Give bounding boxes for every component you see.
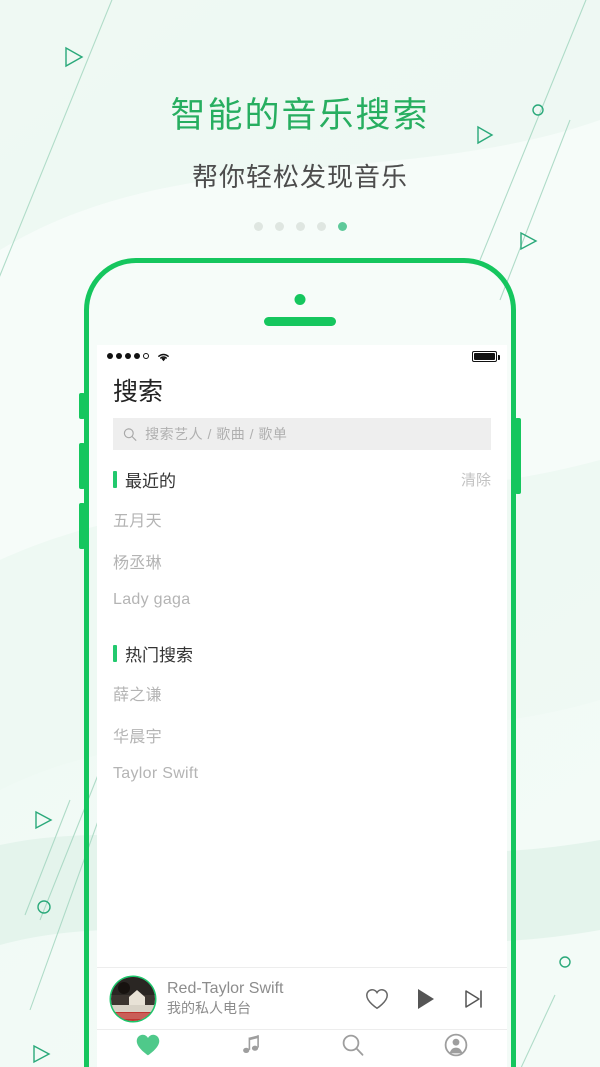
- carousel-dot[interactable]: [295, 222, 305, 231]
- list-item[interactable]: 薛之谦: [97, 672, 507, 714]
- volume-down-button[interactable]: [79, 503, 85, 549]
- screen-title: 搜索: [113, 378, 164, 406]
- tab-bar: 为你推荐歌单搜索我: [97, 1029, 507, 1067]
- signal-dot: [125, 353, 131, 359]
- search-input[interactable]: [145, 426, 481, 442]
- track-source: 我的私人电台: [167, 1000, 251, 1017]
- album-artwork[interactable]: [111, 976, 155, 1021]
- signal-dot: [116, 353, 122, 359]
- wifi-icon: [158, 353, 169, 361]
- clear-history-button[interactable]: 清除: [461, 469, 491, 490]
- promo-subtitle: 帮你轻松发现音乐: [191, 162, 408, 192]
- section-accent-bar: [113, 644, 117, 662]
- music-note-icon: [239, 1033, 263, 1062]
- heart-filled-icon: [135, 1033, 161, 1062]
- section-accent-bar: [113, 470, 117, 488]
- status-bar: [97, 345, 507, 367]
- section-title: 热门搜索: [125, 645, 193, 665]
- carousel-dot[interactable]: [316, 222, 326, 231]
- list-item[interactable]: Taylor Swift: [97, 756, 507, 792]
- mini-player[interactable]: Red-Taylor Swift 我的私人电台: [97, 967, 507, 1029]
- section-header: 最近的 清除: [97, 466, 507, 492]
- heart-icon[interactable]: [365, 988, 389, 1010]
- carousel-dot[interactable]: [337, 222, 347, 231]
- mini-player-controls: [365, 987, 493, 1011]
- list-item[interactable]: 五月天: [97, 498, 507, 540]
- tab-歌单[interactable]: 歌单: [200, 1030, 303, 1067]
- next-icon[interactable]: [463, 988, 485, 1010]
- search-content: 最近的 清除五月天 杨丞琳 Lady gaga 热门搜索薛之谦 华晨宇 Taylor Swi…: [97, 450, 507, 967]
- track-title: Red-Taylor Swift: [167, 980, 284, 998]
- section-title: 最近的: [125, 471, 176, 491]
- tab-搜索[interactable]: 搜索: [302, 1030, 405, 1067]
- tab-为你推荐[interactable]: 为你推荐: [97, 1030, 200, 1067]
- carousel-dots[interactable]: [0, 222, 600, 231]
- carousel-dot[interactable]: [253, 222, 263, 231]
- mute-switch[interactable]: [79, 393, 85, 419]
- power-button[interactable]: [515, 418, 521, 494]
- signal-strength-icon: [107, 353, 149, 359]
- search-icon: [123, 427, 137, 441]
- list-item[interactable]: 华晨宇: [97, 714, 507, 756]
- page-title: 智能的音乐搜索: [170, 96, 430, 135]
- search-bar[interactable]: [113, 418, 491, 450]
- section-header: 热门搜索: [97, 640, 507, 666]
- person-icon: [444, 1033, 468, 1062]
- battery-icon: [472, 350, 500, 362]
- speaker-grille-icon: [264, 317, 336, 326]
- promo-header: 智能的音乐搜索 帮你轻松发现音乐: [0, 0, 600, 260]
- signal-dot: [134, 353, 140, 359]
- list-item[interactable]: Lady gaga: [97, 582, 507, 618]
- carousel-dot[interactable]: [274, 222, 284, 231]
- play-icon[interactable]: [415, 987, 437, 1011]
- mini-player-meta: Red-Taylor Swift 我的私人电台: [167, 979, 353, 1018]
- signal-dot: [107, 353, 113, 359]
- tab-我[interactable]: 我: [405, 1030, 508, 1067]
- volume-up-button[interactable]: [79, 443, 85, 489]
- phone-screen: 搜索 最近的 清除五月天杨丞琳Lady gaga 热门搜索薛之谦华晨宇Taylor …: [97, 345, 507, 1067]
- search-icon: [341, 1033, 365, 1062]
- list-item[interactable]: 杨丞琳: [97, 540, 507, 582]
- camera-dot-icon: [294, 294, 306, 305]
- signal-dot-empty: [143, 353, 149, 359]
- phone-frame: 搜索 最近的 清除五月天杨丞琳Lady gaga 热门搜索薛之谦华晨宇Taylor …: [79, 258, 521, 1067]
